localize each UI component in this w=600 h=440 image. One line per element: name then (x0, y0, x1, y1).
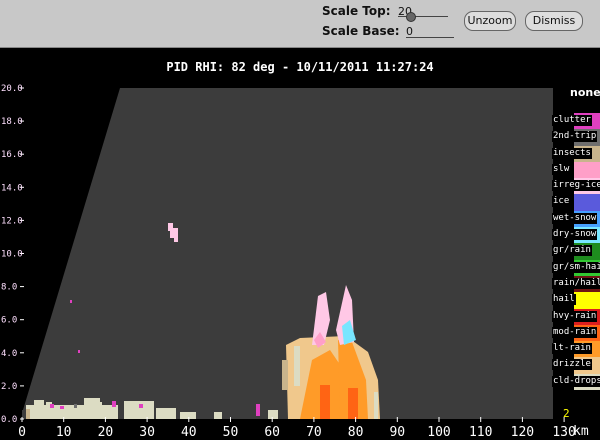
y-tick-label: 10.0 (1, 250, 23, 260)
legend-item[interactable]: hail (552, 292, 600, 309)
legend-item[interactable]: mod-rain (552, 324, 600, 342)
legend-label: hail (552, 294, 576, 306)
legend-label: 2nd-trip (552, 131, 598, 143)
legend-label: insects (552, 147, 592, 159)
legend-label: drizzle (552, 359, 592, 371)
y-tick-label: 16.0 (1, 150, 23, 160)
legend-label: lt-rain (552, 343, 592, 355)
legend-label: dry-snow (552, 229, 598, 241)
legend-label: clutter (552, 115, 592, 126)
y-tick-label: 14.0 (1, 183, 23, 193)
x-axis: 0 10 20 30 40 50 60 70 80 90 100 110 120 130 (18, 417, 576, 440)
x-tick-label: 0 (18, 425, 26, 440)
legend-item[interactable]: 2nd-trip (552, 129, 600, 146)
legend-item[interactable]: rain/hail (552, 275, 600, 293)
y-tick-label: 6.0 (1, 316, 17, 326)
legend-label: gr/sm-hail (552, 261, 600, 273)
legend-item[interactable]: drizzle (552, 357, 600, 374)
y-tick-label: 12.0 (1, 216, 23, 226)
legend-label: slw (552, 163, 571, 175)
legend-item[interactable]: irreg-ice (552, 178, 600, 195)
legend-label: ice (552, 196, 571, 208)
x-tick-label: 50 (223, 425, 239, 440)
legend-label: mod-rain (552, 326, 598, 338)
legend-label: hvy-rain (552, 310, 598, 322)
legend-label: rain/hail (552, 277, 600, 289)
x-tick-label: 110 (469, 425, 492, 440)
y-tick-label: 4.0 (1, 349, 17, 359)
y-axis: 0.0 2.0 4.0 6.0 8.0 10.0 12.0 14.0 16.0 18.0 20.0 (1, 84, 24, 425)
legend-label: wet-snow (552, 212, 598, 224)
legend-item[interactable]: lt-rain (552, 341, 600, 358)
legend-item[interactable]: dry-snow (552, 227, 600, 244)
legend-item[interactable]: gr/sm-hail (552, 259, 600, 276)
legend-label: irreg-ice (552, 180, 600, 192)
y-tick-label: 8.0 (1, 283, 17, 293)
legend-none-label: none (570, 86, 600, 99)
x-tick-label: 80 (348, 425, 364, 440)
x-tick-label: 40 (181, 425, 197, 440)
x-tick-label: 120 (511, 425, 534, 440)
rhi-plot[interactable]: 0.0 2.0 4.0 6.0 8.0 10.0 12.0 14.0 16.0 18.0 2 0.0 … (0, 0, 600, 440)
legend-item[interactable]: clutter (552, 113, 600, 130)
y-tick-label: 2.0 (1, 382, 17, 392)
legend-item[interactable]: insects (552, 145, 600, 162)
x-tick-label: 10 (56, 425, 72, 440)
x-axis-unit: km (573, 424, 589, 439)
x-tick-label: 20 (98, 425, 114, 440)
legend-item[interactable]: ice (552, 194, 600, 211)
legend-item[interactable]: hvy-rain (552, 308, 600, 325)
legend-item[interactable]: cld-drops (552, 373, 600, 391)
y-tick-label: 18.0 (1, 117, 23, 127)
legend-swatch (574, 161, 600, 179)
legend-swatch (574, 292, 600, 309)
y-tick-label: 0.0 (1, 415, 17, 425)
legend-item[interactable]: wet-snow (552, 210, 600, 228)
x-tick-label: 100 (427, 425, 450, 440)
legend-label: gr/rain (552, 245, 592, 257)
legend-label: cld-drops (552, 375, 600, 387)
x-tick-label: 30 (139, 425, 155, 440)
corner-marker: 2 (563, 407, 570, 420)
legend-item[interactable]: gr/rain (552, 243, 600, 260)
legend-swatch (574, 194, 600, 211)
x-tick-label: 90 (389, 425, 405, 440)
x-tick-label: 70 (306, 425, 322, 440)
y-tick-label: 20.0 (1, 84, 23, 94)
legend-item[interactable]: slw (552, 161, 600, 179)
pid-legend: clutter 2nd-trip insects slw irreg-ice ice wet… (552, 113, 600, 391)
x-tick-label: 60 (264, 425, 280, 440)
